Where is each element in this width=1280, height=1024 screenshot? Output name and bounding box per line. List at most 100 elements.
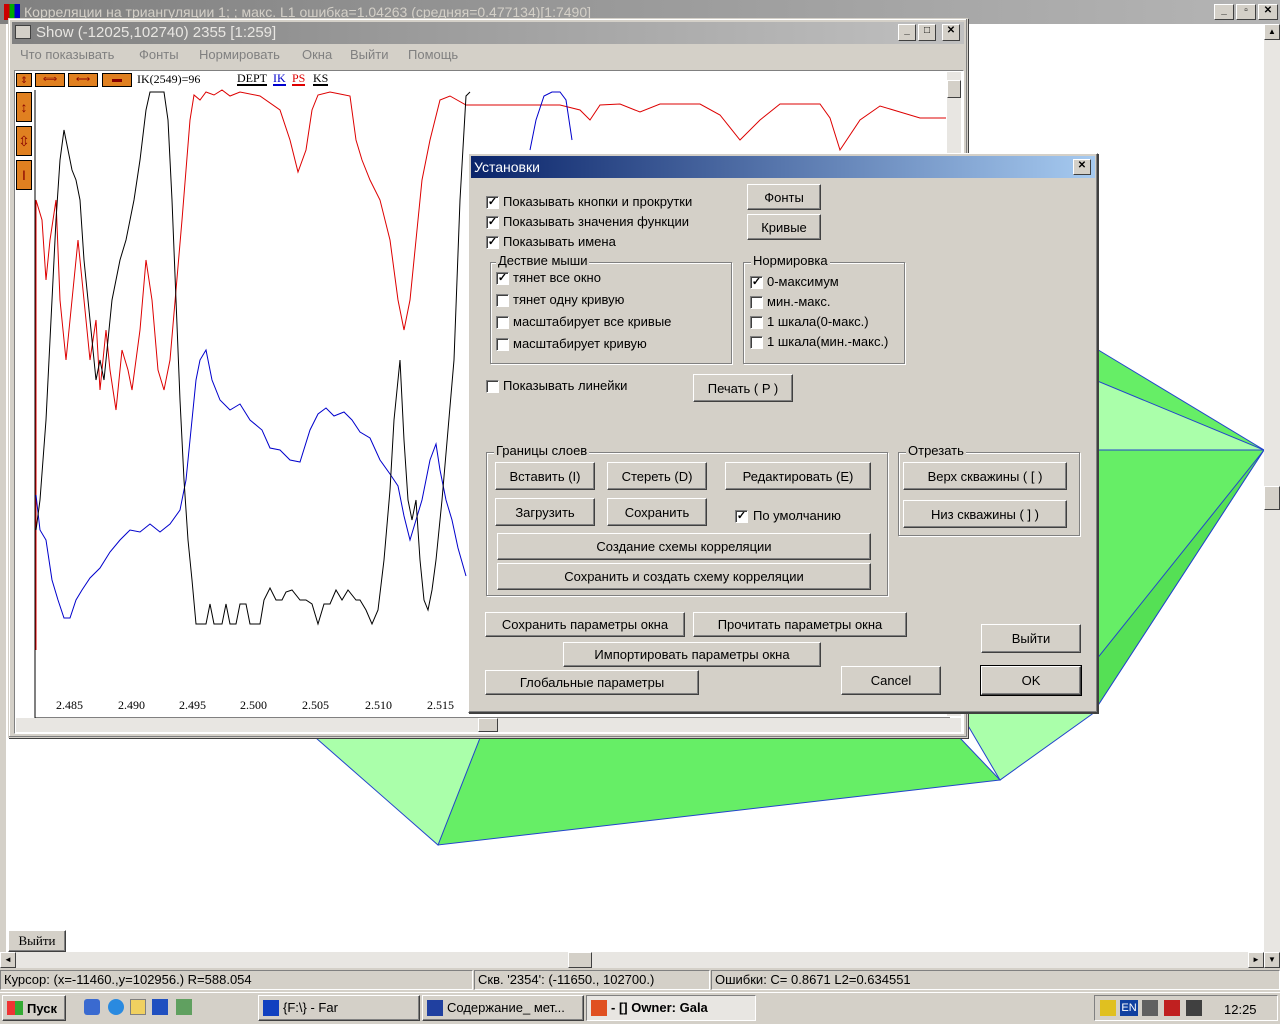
norm-one-scale-minmax-label: 1 шкала(мин.-макс.) xyxy=(767,334,889,349)
quicklaunch-icon[interactable] xyxy=(84,999,100,1015)
app-launch-icon[interactable] xyxy=(152,999,168,1015)
scroll-thumb[interactable] xyxy=(947,80,961,98)
global-params-button[interactable]: Глобальные параметры xyxy=(485,670,699,695)
create-correlation-scheme-button[interactable]: Создание схемы корреляции xyxy=(497,533,871,560)
curve-ik-upper xyxy=(529,91,573,151)
x-tick-label: 2.500 xyxy=(240,698,267,712)
scroll-down-button[interactable]: ▼ xyxy=(1264,952,1280,968)
normalization-group-title: Нормировка xyxy=(751,253,830,268)
scale-all-label: масштабирует все кривые xyxy=(513,314,672,329)
close-icon[interactable]: ✕ xyxy=(1073,159,1091,175)
norm-zero-max-label: 0-максимум xyxy=(767,274,839,289)
task-owner[interactable]: - [] Owner: Gala xyxy=(586,995,756,1021)
import-window-params-button[interactable]: Импортировать параметры окна xyxy=(563,642,821,667)
dialog-title-bar[interactable]: Установки ✕ xyxy=(471,156,1095,178)
show-names-label: Показывать имена xyxy=(503,234,616,249)
scale-curve-checkbox[interactable] xyxy=(496,338,509,351)
print-button[interactable]: Печать ( P ) xyxy=(693,374,793,402)
well-bottom-button[interactable]: Низ скважины ( ] ) xyxy=(903,500,1067,528)
tray-icon[interactable] xyxy=(1186,1000,1202,1016)
read-window-params-button[interactable]: Прочитать параметры окна xyxy=(693,612,907,637)
drag-window-checkbox[interactable]: ✓ xyxy=(496,272,509,285)
x-tick-label: 2.510 xyxy=(365,698,392,712)
norm-min-max-checkbox[interactable] xyxy=(750,296,763,309)
norm-one-scale-zero-checkbox[interactable] xyxy=(750,316,763,329)
task-far[interactable]: {F:\} - Far xyxy=(258,995,420,1021)
scale-curve-label: масштабирует кривую xyxy=(513,336,647,351)
norm-one-scale-zero-label: 1 шкала(0-макс.) xyxy=(767,314,869,329)
default-checkbox[interactable]: ✓ xyxy=(735,510,748,523)
cancel-button[interactable]: Cancel xyxy=(841,666,941,695)
mouse-action-group-title: Дествие мыши xyxy=(496,253,590,268)
language-indicator[interactable]: EN xyxy=(1120,1000,1138,1016)
status-cursor: Курсор: (x=-11460.,y=102956.) R=588.054 xyxy=(0,970,473,990)
show-rulers-label: Показывать линейки xyxy=(503,378,628,393)
ok-button[interactable]: OK xyxy=(980,665,1082,696)
far-icon xyxy=(263,1000,279,1016)
show-buttons-label: Показывать кнопки и прокрутки xyxy=(503,194,693,209)
main-vertical-scrollbar[interactable]: ▲ ▼ xyxy=(1264,24,1280,968)
scroll-thumb[interactable] xyxy=(1264,486,1280,510)
scroll-thumb[interactable] xyxy=(478,718,498,732)
task-owner-label: - [] Owner: Gala xyxy=(611,1000,708,1015)
x-tick-label: 2.505 xyxy=(302,698,329,712)
desktop-icon[interactable] xyxy=(130,999,146,1015)
status-errors: Ошибки: C= 0.8671 L2=0.634551 xyxy=(711,970,1280,990)
app-icon xyxy=(591,1000,607,1016)
tray-icon[interactable] xyxy=(1100,1000,1116,1016)
start-button[interactable]: Пуск xyxy=(2,995,66,1021)
well-top-button[interactable]: Верх скважины ( [ ) xyxy=(903,462,1067,490)
windows-logo-icon xyxy=(7,1001,23,1015)
show-values-checkbox[interactable]: ✓ xyxy=(486,216,499,229)
status-well: Скв. '2354': (-11650., 102700.) xyxy=(474,970,710,990)
x-tick-label: 2.495 xyxy=(179,698,206,712)
tray-icon[interactable] xyxy=(1142,1000,1158,1016)
x-tick-label: 2.490 xyxy=(118,698,145,712)
show-rulers-checkbox[interactable] xyxy=(486,380,499,393)
show-buttons-checkbox[interactable]: ✓ xyxy=(486,196,499,209)
app-launch-icon[interactable] xyxy=(176,999,192,1015)
edit-layer-button[interactable]: Редактировать (E) xyxy=(725,462,871,490)
task-far-label: {F:\} - Far xyxy=(283,1000,338,1015)
curve-dept xyxy=(35,91,471,626)
norm-one-scale-minmax-checkbox[interactable] xyxy=(750,336,763,349)
task-word[interactable]: Содержание_ мет... xyxy=(422,995,584,1021)
main-horizontal-scrollbar[interactable]: ◄ ► xyxy=(0,952,1264,968)
clock: 12:25 xyxy=(1224,1002,1257,1017)
erase-layer-button[interactable]: Стереть (D) xyxy=(607,462,707,490)
drag-curve-checkbox[interactable] xyxy=(496,294,509,307)
insert-layer-button[interactable]: Вставить (I) xyxy=(495,462,595,490)
scroll-up-button[interactable]: ▲ xyxy=(1264,24,1280,40)
ie-icon[interactable] xyxy=(108,999,124,1015)
dialog-title: Установки xyxy=(474,159,540,175)
start-label: Пуск xyxy=(27,1000,57,1016)
drag-window-label: тянет все окно xyxy=(513,270,601,285)
curves-button[interactable]: Кривые xyxy=(747,214,821,240)
x-tick-label: 2.515 xyxy=(427,698,454,712)
save-window-params-button[interactable]: Сохранить параметры окна xyxy=(485,612,685,637)
dialog-exit-button[interactable]: Выйти xyxy=(981,624,1081,653)
word-icon xyxy=(427,1000,443,1016)
layer-boundaries-group-title: Границы слоев xyxy=(494,443,590,458)
triangle xyxy=(437,737,1002,846)
norm-min-max-label: мин.-макс. xyxy=(767,294,831,309)
save-layers-button[interactable]: Сохранить xyxy=(607,498,707,526)
main-exit-button[interactable]: Выйти xyxy=(8,930,66,952)
scroll-thumb[interactable] xyxy=(568,952,592,968)
cut-group-title: Отрезать xyxy=(906,443,966,458)
load-layers-button[interactable]: Загрузить xyxy=(495,498,595,526)
scroll-left-button[interactable]: ◄ xyxy=(0,952,16,968)
fonts-button[interactable]: Фонты xyxy=(747,184,821,210)
scale-all-checkbox[interactable] xyxy=(496,316,509,329)
norm-zero-max-checkbox[interactable]: ✓ xyxy=(750,276,763,289)
save-and-create-scheme-button[interactable]: Сохранить и создать схему корреляции xyxy=(497,563,871,590)
triangle xyxy=(1094,379,1264,451)
x-tick-label: 2.485 xyxy=(56,698,83,712)
default-label: По умолчанию xyxy=(753,508,841,523)
show-values-label: Показывать значения функции xyxy=(503,214,690,229)
task-word-label: Содержание_ мет... xyxy=(447,1000,565,1015)
plot-horizontal-scrollbar[interactable] xyxy=(16,718,961,732)
scroll-right-button[interactable]: ► xyxy=(1248,952,1264,968)
tray-icon[interactable] xyxy=(1164,1000,1180,1016)
show-names-checkbox[interactable]: ✓ xyxy=(486,236,499,249)
